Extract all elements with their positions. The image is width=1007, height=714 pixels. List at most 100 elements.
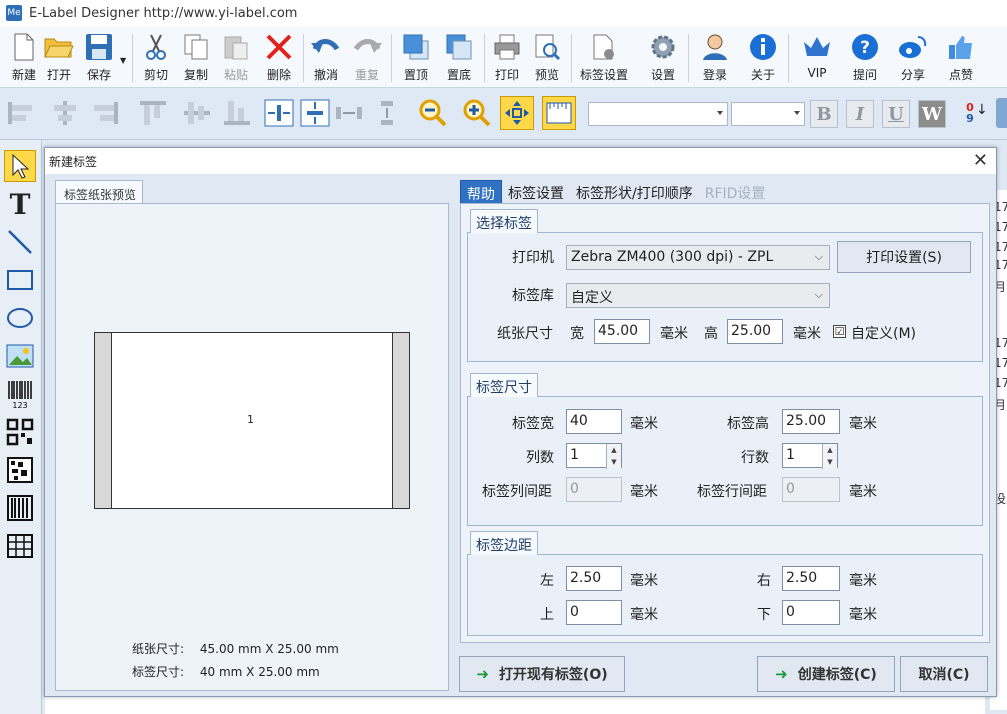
database-icon[interactable] — [996, 98, 1007, 128]
table-tool-icon[interactable] — [4, 530, 36, 562]
scissors-icon — [141, 32, 171, 62]
close-icon[interactable]: ✕ — [973, 150, 988, 171]
vip-button[interactable]: VIP — [797, 32, 837, 86]
row-gap-input[interactable]: 0 — [782, 477, 840, 502]
redo-button[interactable]: 重复 — [347, 32, 387, 86]
margin-bottom-input[interactable]: 0 — [782, 600, 840, 625]
italic-button[interactable]: I — [846, 100, 874, 128]
select-label-group: 选择标签 打印机 Zebra ZM400 (300 dpi) - ZPL ⌵ 打… — [467, 209, 983, 362]
save-button[interactable]: 保存 — [79, 32, 119, 86]
custom-size-checkbox[interactable]: ☑ — [833, 325, 846, 338]
align-right-icon[interactable] — [88, 96, 122, 130]
ask-question-button[interactable]: ? 提问 — [845, 32, 885, 86]
share-button[interactable]: 分享 — [893, 32, 933, 86]
tab-shape-print-order[interactable]: 标签形状/打印顺序 — [570, 180, 699, 204]
copy-button[interactable]: 复制 — [176, 32, 216, 86]
ribbon-separator — [391, 34, 392, 82]
tab-label-settings[interactable]: 标签设置 — [502, 180, 570, 204]
label-settings-button[interactable]: 标签设置 — [580, 32, 628, 86]
label-width-input[interactable]: 40 — [566, 409, 622, 434]
margin-top-input[interactable]: 0 — [566, 600, 622, 625]
align-top-icon[interactable] — [136, 96, 170, 130]
underline-button[interactable]: U — [882, 100, 910, 128]
ribbon-separator — [303, 34, 304, 82]
column-gap-input[interactable]: 0 — [566, 477, 622, 502]
save-disk-icon — [84, 32, 114, 62]
like-button[interactable]: 点赞 — [941, 32, 981, 86]
label-height-input[interactable]: 25.00 — [782, 409, 840, 434]
align-center-icon[interactable] — [48, 96, 82, 130]
print-settings-button[interactable]: 打印设置(S) — [837, 241, 971, 273]
printer-icon — [492, 32, 522, 62]
font-family-select[interactable] — [588, 102, 728, 126]
create-label-button[interactable]: ➜ 创建标签(C) — [757, 656, 895, 692]
align-left-icon[interactable] — [4, 96, 38, 130]
settings-tabs: 帮助 标签设置 标签形状/打印顺序 RFID设置 — [460, 180, 771, 204]
margin-left-input[interactable]: 2.50 — [566, 566, 622, 591]
open-existing-label-button[interactable]: ➜ 打开现有标签(O) — [459, 656, 625, 692]
tab-rfid-settings[interactable]: RFID设置 — [699, 180, 772, 204]
align-middle-icon[interactable] — [180, 96, 214, 130]
folder-open-icon — [44, 32, 74, 62]
weibo-share-icon — [898, 32, 928, 62]
send-back-icon — [444, 32, 474, 62]
center-vertical-icon[interactable] — [298, 96, 332, 130]
bold-button[interactable]: B — [810, 100, 838, 128]
center-horizontal-icon[interactable] — [262, 96, 296, 130]
send-to-bottom-button[interactable]: 置底 — [439, 32, 479, 86]
sort-order-icon[interactable]: 0 9 — [964, 102, 976, 124]
text-tool-icon[interactable]: T — [4, 188, 36, 221]
tab-label-preview[interactable]: 标签纸张预览 — [55, 180, 143, 204]
gear-icon — [648, 32, 678, 62]
line-tool-icon[interactable] — [4, 226, 36, 258]
login-button[interactable]: 登录 — [695, 32, 735, 86]
wordwrap-button[interactable]: W — [918, 100, 946, 128]
pointer-tool-icon[interactable] — [4, 150, 36, 182]
open-button[interactable]: 打开 — [39, 32, 79, 86]
ruler-icon[interactable] — [542, 96, 576, 130]
barcode-tool-icon[interactable]: 123 — [4, 378, 36, 410]
settings-button[interactable]: 设置 — [643, 32, 683, 86]
rectangle-tool-icon[interactable] — [4, 264, 36, 296]
distribute-vertical-icon[interactable] — [370, 96, 404, 130]
paper-height-input[interactable]: 25.00 — [727, 319, 783, 344]
save-dropdown-arrow-icon[interactable]: ▼ — [120, 56, 126, 65]
zoom-out-icon[interactable] — [416, 96, 450, 130]
label-settings-icon — [589, 32, 619, 62]
align-bottom-icon[interactable] — [220, 96, 254, 130]
image-tool-icon[interactable] — [4, 340, 36, 372]
printer-select[interactable]: Zebra ZM400 (300 dpi) - ZPL ⌵ — [566, 245, 830, 270]
spin-buttons[interactable]: ▲ ▼ — [606, 444, 621, 469]
spin-buttons[interactable]: ▲ ▼ — [822, 444, 837, 469]
info-icon — [748, 32, 778, 62]
qrcode-tool-icon[interactable] — [4, 416, 36, 448]
cancel-button[interactable]: 取消(C) — [900, 656, 988, 692]
columns-stepper[interactable]: 1 ▲ ▼ — [566, 443, 622, 469]
print-button[interactable]: 打印 — [487, 32, 527, 86]
crown-icon — [802, 32, 832, 62]
ribbon-separator — [571, 34, 572, 82]
preview-button[interactable]: 预览 — [527, 32, 567, 86]
ellipse-tool-icon[interactable] — [4, 302, 36, 334]
datamatrix-tool-icon[interactable] — [4, 454, 36, 486]
margin-right-input[interactable]: 2.50 — [782, 566, 840, 591]
about-button[interactable]: 关于 — [743, 32, 783, 86]
label-library-select[interactable]: 自定义 ⌵ — [566, 283, 830, 308]
new-file-icon — [9, 32, 39, 62]
pdf417-tool-icon[interactable] — [4, 492, 36, 524]
ribbon-separator — [788, 34, 789, 82]
rows-stepper[interactable]: 1 ▲ ▼ — [782, 443, 838, 469]
paste-button[interactable]: 粘贴 — [216, 32, 256, 86]
undo-button[interactable]: 撤消 — [306, 32, 346, 86]
tab-help[interactable]: 帮助 — [460, 180, 502, 204]
font-size-select[interactable] — [731, 102, 805, 126]
distribute-horizontal-icon[interactable] — [332, 96, 366, 130]
new-button[interactable]: 新建 — [4, 32, 44, 86]
fit-to-window-icon[interactable] — [500, 96, 534, 130]
zoom-in-icon[interactable] — [460, 96, 494, 130]
bring-to-top-button[interactable]: 置顶 — [396, 32, 436, 86]
cut-button[interactable]: 剪切 — [136, 32, 176, 86]
delete-button[interactable]: 删除 — [259, 32, 299, 86]
paper-width-input[interactable]: 45.00 — [594, 319, 650, 344]
delete-x-icon — [264, 32, 294, 62]
